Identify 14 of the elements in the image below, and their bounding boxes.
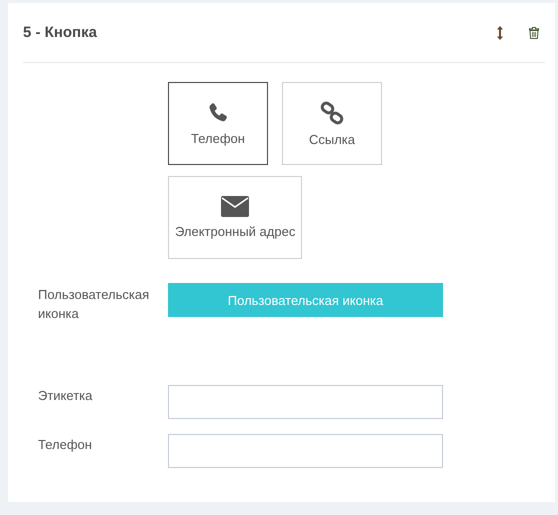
option-tile[interactable]: Ссылка (282, 82, 382, 165)
panel-title: 5 - Кнопка (23, 24, 97, 41)
field-label: Телефон (37, 436, 93, 454)
input-field[interactable] (168, 434, 443, 468)
phone-icon (207, 102, 229, 124)
field-label: Пользовательская иконка (37, 286, 150, 323)
resize-icon[interactable] (497, 26, 503, 40)
input-field[interactable] (168, 385, 443, 419)
field-label: Этикетка (37, 387, 94, 405)
option-tile[interactable]: Электронный адрес (168, 176, 302, 259)
envelope-icon (221, 196, 250, 217)
delete-icon[interactable] (529, 26, 539, 38)
option-tile[interactable]: Телефон (168, 82, 268, 165)
chain-link-icon (320, 100, 344, 124)
